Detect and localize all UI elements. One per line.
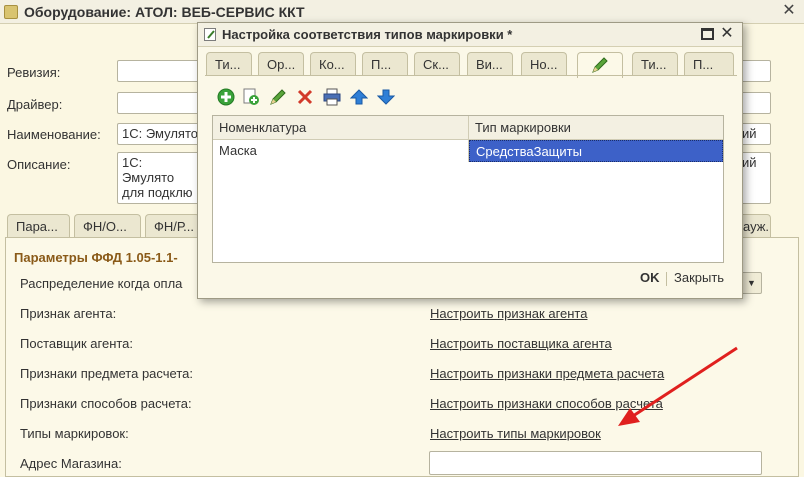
edit-pencil-icon[interactable] — [268, 87, 288, 107]
row-label-marking-types: Типы маркировок: — [20, 426, 129, 441]
dialog-edit-icon — [204, 28, 216, 41]
close-button[interactable]: Закрыть — [674, 270, 724, 285]
pencil-icon — [592, 57, 608, 73]
dialog-titlebar: Настройка соответствия типов маркировки … — [198, 23, 742, 47]
row-label-subject-signs: Признаки предмета расчета: — [20, 366, 193, 381]
dialog-tab-9[interactable]: Ти... — [632, 52, 678, 76]
link-agent-supplier[interactable]: Настроить поставщика агента — [430, 336, 612, 351]
driver-input[interactable] — [117, 92, 202, 114]
marking-grid[interactable]: Номенклатура Тип маркировки Маска Средст… — [212, 115, 724, 263]
red-arrow-icon — [618, 346, 738, 426]
dialog-tab-7[interactable]: Но... — [521, 52, 567, 76]
main-close-button[interactable]: ✕ — [780, 2, 798, 20]
dialog-tab-4[interactable]: П... — [362, 52, 408, 76]
move-down-icon[interactable] — [376, 87, 396, 107]
name-input[interactable]: 1С: Эмулято — [117, 123, 202, 145]
column-header-marking-type[interactable]: Тип маркировки — [469, 116, 723, 139]
delete-icon[interactable] — [295, 87, 315, 107]
store-address-input[interactable] — [429, 451, 762, 475]
row-label-agent-supplier: Поставщик агента: — [20, 336, 134, 351]
revision-input[interactable] — [117, 60, 202, 82]
main-tab-fn-r[interactable]: ФН/Р... — [145, 214, 200, 238]
main-window-title: Оборудование: АТОЛ: ВЕБ-СЕРВИС ККТ — [24, 3, 305, 20]
name-label: Наименование: — [7, 127, 101, 142]
app-icon — [4, 4, 18, 19]
dialog-tab-6[interactable]: Ви... — [467, 52, 513, 76]
dialog-tab-5[interactable]: Ск... — [414, 52, 460, 76]
row-label-payment-methods: Признаки способов расчета: — [20, 396, 192, 411]
dialog-tab-2[interactable]: Ор... — [258, 52, 304, 76]
dialog-tab-3[interactable]: Ко... — [310, 52, 356, 76]
add-icon[interactable] — [216, 87, 236, 107]
dialog-close-button[interactable]: ✕ — [718, 25, 736, 43]
grid-header: Номенклатура Тип маркировки — [213, 116, 723, 140]
dialog-title: Настройка соответствия типов маркировки … — [222, 27, 513, 42]
description-label: Описание: — [7, 157, 71, 172]
main-tab-fn-o[interactable]: ФН/О... — [74, 214, 141, 238]
dropdown-arrow-icon[interactable]: ▼ — [741, 272, 762, 294]
link-marking-types[interactable]: Настроить типы маркировок — [430, 426, 601, 441]
dialog-tab-1[interactable]: Ти... — [206, 52, 252, 76]
cell-nomenclature[interactable]: Маска — [213, 140, 469, 162]
revision-label: Ревизия: — [7, 65, 61, 80]
row-label-store-address: Адрес Магазина: — [20, 456, 122, 471]
section-title: Параметры ФФД 1.05-1.1- — [14, 250, 178, 265]
driver-label: Драйвер: — [7, 97, 63, 112]
copy-add-icon[interactable] — [241, 87, 261, 107]
table-row[interactable]: Маска СредстваЗащиты — [213, 140, 723, 162]
button-separator — [666, 272, 667, 286]
marking-types-dialog: Настройка соответствия типов маркировки … — [197, 22, 743, 299]
description-input[interactable]: 1С: Эмулято для подклю — [117, 152, 202, 204]
dialog-tab-10[interactable]: П... — [684, 52, 734, 76]
maximize-icon[interactable] — [701, 28, 714, 40]
move-up-icon[interactable] — [349, 87, 369, 107]
link-agent-sign[interactable]: Настроить признак агента — [430, 306, 587, 321]
main-tab-params[interactable]: Пара... — [7, 214, 70, 238]
column-header-nomenclature[interactable]: Номенклатура — [213, 116, 469, 139]
print-icon[interactable] — [322, 87, 342, 107]
ok-button[interactable]: OK — [640, 270, 660, 285]
cell-marking-type[interactable]: СредстваЗащиты — [469, 140, 723, 162]
row-label-distribution: Распределение когда опла — [20, 276, 183, 291]
row-label-agent-sign: Признак агента: — [20, 306, 117, 321]
main-window-titlebar: Оборудование: АТОЛ: ВЕБ-СЕРВИС ККТ ✕ — [0, 0, 804, 24]
